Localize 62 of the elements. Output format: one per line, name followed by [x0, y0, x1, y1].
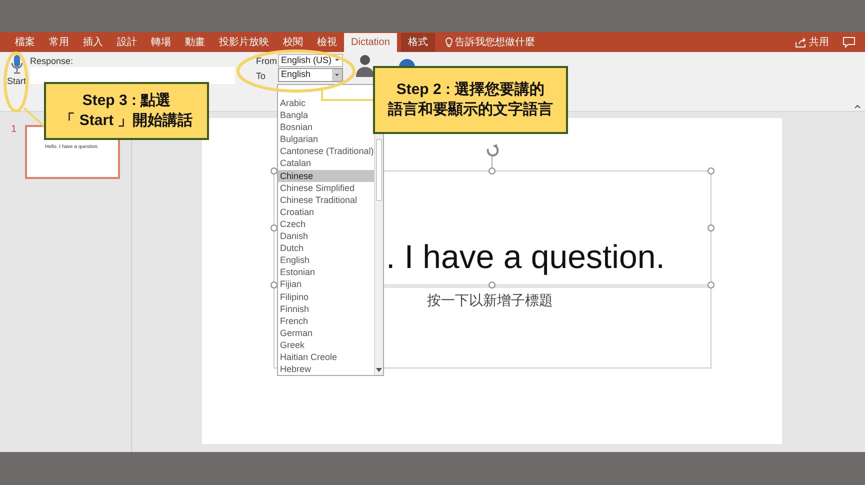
language-option[interactable]: Bulgarian	[278, 133, 374, 146]
ribbon-tab[interactable]: 設計	[110, 33, 144, 52]
callout-text: 語言和要顯示的文字語言	[388, 100, 553, 120]
from-label: From	[256, 55, 277, 68]
ribbon-tab[interactable]: 投影片放映	[212, 33, 276, 52]
caret-icon	[334, 56, 340, 62]
language-option[interactable]: Fijian	[278, 278, 374, 290]
slide-title: . I have a question.	[386, 239, 665, 275]
share-button[interactable]: 共用	[809, 35, 829, 50]
slide-number: 1	[11, 123, 17, 137]
to-label: To	[256, 70, 266, 83]
ribbon-tab[interactable]: 校閱	[276, 33, 310, 52]
ribbon-tab[interactable]: Dictation	[344, 33, 397, 52]
callout-text: Step 3 : 點選	[82, 91, 171, 111]
language-option[interactable]: Cantonese (Traditional)	[278, 145, 374, 158]
response-label: Response:	[30, 55, 74, 68]
language-option[interactable]: Filipino	[278, 290, 374, 303]
language-option[interactable]: Haitian Creole	[278, 350, 374, 364]
comment-icon[interactable]	[843, 37, 855, 48]
language-option[interactable]: French	[278, 314, 374, 327]
callout-text: Step 2 : 選擇您要講的	[396, 80, 545, 100]
person-icon[interactable]	[355, 54, 375, 78]
highlight-ellipse	[4, 52, 28, 112]
ribbon-tab[interactable]: 插入	[76, 33, 110, 52]
language-list[interactable]	[277, 84, 384, 376]
language-option[interactable]: Chinese Traditional	[278, 194, 374, 206]
language-option[interactable]: Chinese	[278, 170, 374, 182]
subtitle-placeholder: 按一下以新增子標題	[427, 291, 553, 310]
collapse-ribbon-icon[interactable]	[854, 104, 861, 109]
lightbulb-icon	[444, 37, 453, 48]
microphone-icon	[10, 55, 22, 75]
language-option[interactable]: Hebrew	[278, 363, 374, 376]
language-option[interactable]: Greek	[278, 338, 374, 351]
from-dropdown[interactable]: English (US)	[278, 54, 343, 67]
start-button[interactable]: Start	[5, 55, 28, 88]
language-option[interactable]: Bangla	[278, 109, 374, 122]
ribbon-tab[interactable]: 常用	[42, 33, 76, 52]
caret-icon	[334, 72, 340, 78]
language-option[interactable]: Czech	[278, 218, 374, 230]
share-icon	[795, 38, 806, 48]
ribbon-tab[interactable]: 轉場	[144, 33, 178, 52]
response-field[interactable]	[30, 67, 235, 84]
language-option[interactable]: Chinese Simplified	[278, 182, 374, 194]
ribbon-tab[interactable]: 檢視	[310, 33, 344, 52]
language-option[interactable]: Estonian	[278, 266, 374, 278]
language-option[interactable]: Danish	[278, 230, 374, 242]
to-dropdown[interactable]: English	[278, 68, 343, 82]
language-option[interactable]: German	[278, 326, 374, 339]
tell-me-search[interactable]: 告訴我您想做什麼	[454, 35, 535, 50]
language-option[interactable]: Croatian	[278, 206, 374, 218]
scroll-down-icon[interactable]	[376, 368, 382, 372]
language-option[interactable]: Dutch	[278, 242, 374, 254]
ribbon-tab[interactable]: 檔案	[8, 33, 42, 52]
language-option[interactable]: Catalan	[278, 157, 374, 170]
scrollbar-thumb[interactable]	[376, 139, 382, 201]
rotate-handle-icon[interactable]	[486, 144, 499, 168]
ribbon-tab[interactable]: 動畫	[178, 33, 212, 52]
ribbon-tab[interactable]: 格式	[400, 33, 435, 52]
language-option[interactable]: English	[278, 254, 374, 266]
language-option[interactable]: Bosnian	[278, 121, 374, 134]
language-option[interactable]: Arabic	[278, 97, 374, 110]
language-option[interactable]: Finnish	[278, 302, 374, 315]
